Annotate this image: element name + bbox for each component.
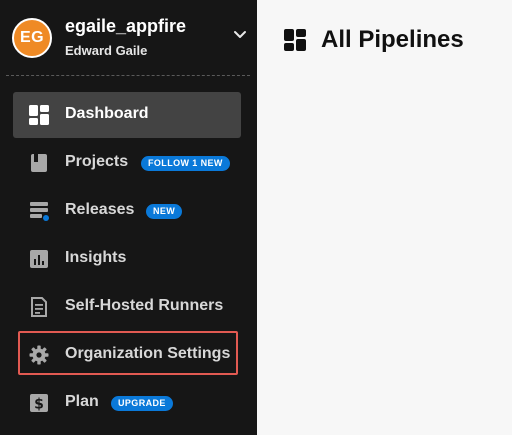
org-switcher[interactable]: EG egaile_appfire Edward Gaile [12,16,248,58]
sidebar-item-projects[interactable]: Projects FOLLOW 1 NEW [13,140,241,186]
project-book-icon [31,154,47,172]
sidebar-item-insights[interactable]: Insights [13,236,241,282]
org-user-name: Edward Gaile [65,43,148,58]
sidebar-item-plan[interactable]: $ Plan UPGRADE [13,380,241,426]
avatar: EG [12,18,52,58]
releases-icon [30,202,49,221]
upgrade-badge: UPGRADE [111,396,173,411]
org-name: egaile_appfire [65,16,187,36]
follow-new-badge: FOLLOW 1 NEW [141,156,230,171]
runners-document-icon [31,297,47,317]
new-badge: NEW [146,204,183,219]
chevron-down-icon[interactable] [232,26,248,42]
sidebar-item-label: Self-Hosted Runners [65,297,224,314]
highlight-box [18,331,238,375]
sidebar-item-label: Projects [65,153,129,170]
dashboard-grid-icon [29,105,49,125]
sidebar-item-label: Insights [65,249,127,266]
insights-chart-icon [30,250,48,268]
sidebar-item-label: Plan [65,393,99,410]
sidebar: EG egaile_appfire Edward Gaile Dashboard… [0,0,257,435]
pipelines-grid-icon [284,29,306,51]
sidebar-item-releases[interactable]: Releases NEW [13,188,241,234]
page-title: All Pipelines [321,26,464,53]
dollar-icon: $ [30,394,48,413]
sidebar-item-label: Releases [65,201,135,218]
sidebar-item-self-hosted-runners[interactable]: Self-Hosted Runners [13,284,241,330]
sidebar-divider [6,75,250,76]
sidebar-item-dashboard[interactable]: Dashboard [13,92,241,138]
sidebar-item-label: Dashboard [65,105,149,122]
svg-text:$: $ [34,397,44,413]
